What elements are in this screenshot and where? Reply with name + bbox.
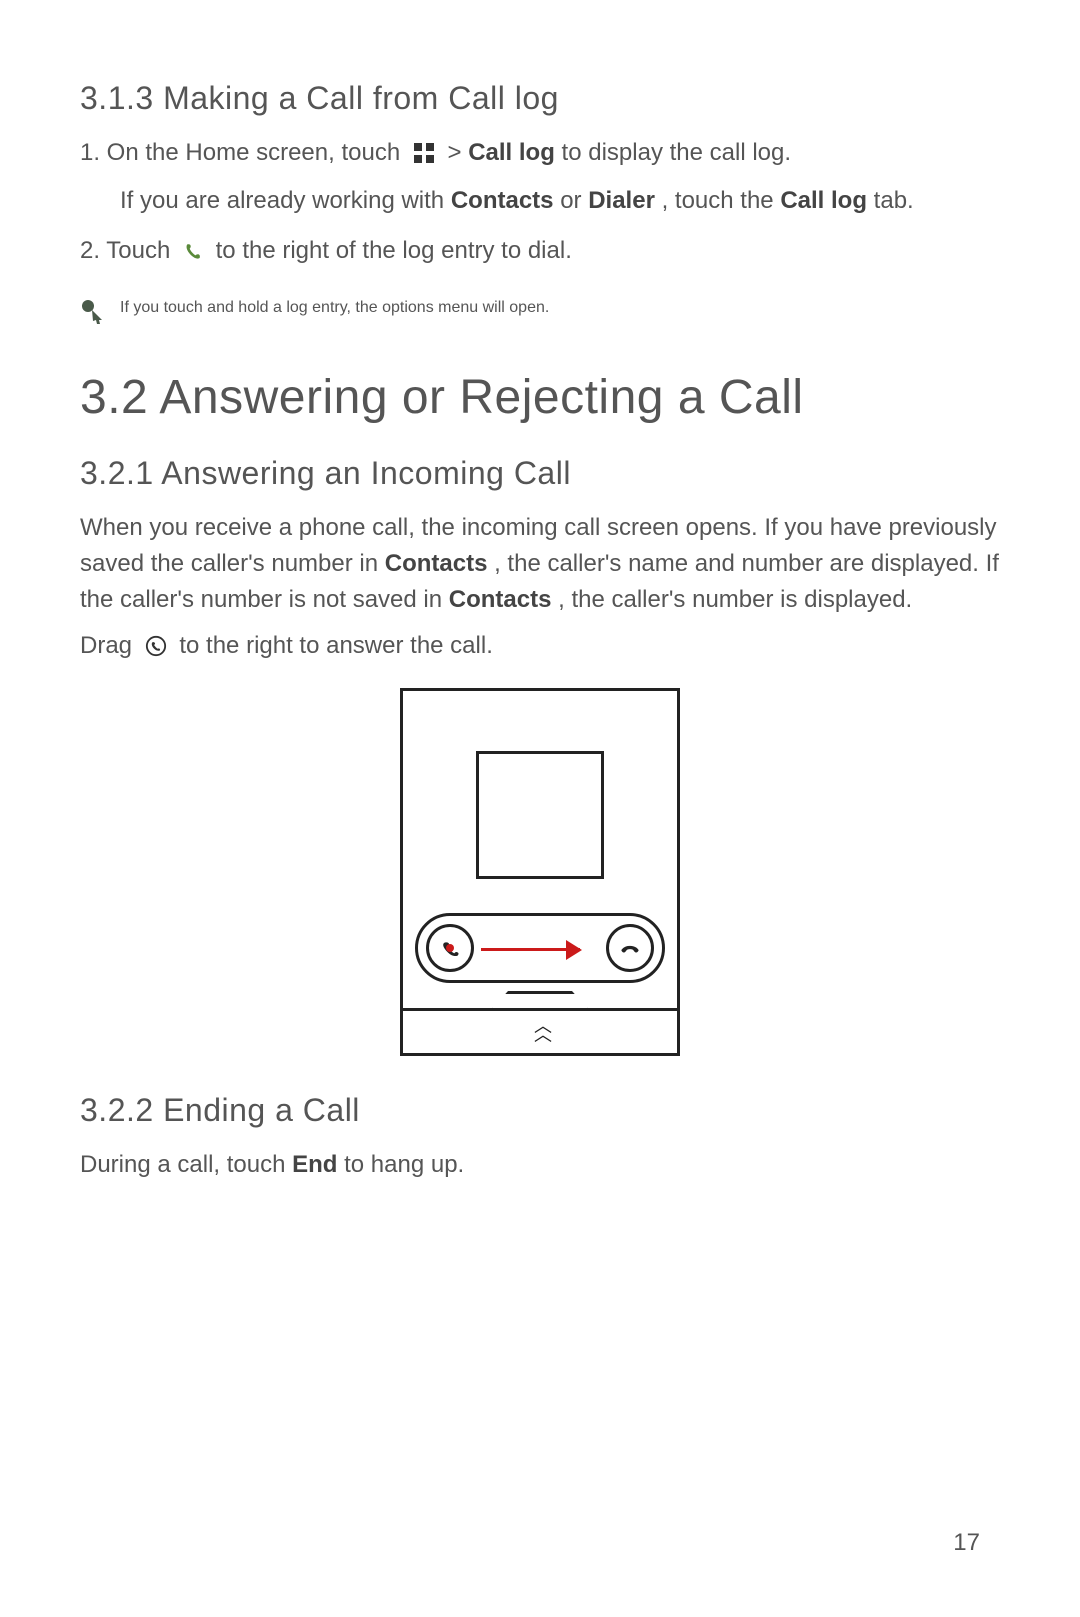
- phone-outline: ︿︿: [400, 688, 680, 1056]
- p322-b: to hang up.: [344, 1151, 464, 1178]
- note-row: If you touch and hold a log entry, the o…: [80, 299, 1000, 330]
- step1-bold: Call log: [468, 139, 555, 166]
- chevron-up-icon: ︿︿: [534, 1022, 546, 1040]
- page-number: 17: [953, 1529, 980, 1557]
- drag-arrow-icon: [481, 948, 580, 951]
- sub1-b: or: [560, 187, 588, 214]
- phone-diagram: ︿︿: [80, 688, 1000, 1056]
- apps-grid-icon: [413, 139, 435, 175]
- sub1-contacts: Contacts: [451, 187, 554, 214]
- note-pointer-icon: [80, 299, 108, 330]
- step1-prefix: 1. On the Home screen, touch: [80, 139, 407, 166]
- para-3-2-1: When you receive a phone call, the incom…: [80, 510, 1000, 618]
- drag-suffix: to the right to answer the call.: [179, 632, 493, 659]
- step2-suffix: to the right of the log entry to dial.: [216, 237, 572, 264]
- step-2: 2. Touch to the right of the log entry t…: [80, 233, 1000, 273]
- heading-3-1-3: 3.1.3 Making a Call from Call log: [80, 80, 1000, 117]
- drag-line: Drag to the right to answer the call.: [80, 628, 1000, 668]
- step1-after-icon: >: [448, 139, 469, 166]
- slider-track: [415, 913, 665, 983]
- p321-c: , the caller's number is displayed.: [558, 586, 912, 613]
- p321-contacts2: Contacts: [449, 586, 552, 613]
- note-text: If you touch and hold a log entry, the o…: [120, 299, 549, 317]
- step-1-sub: If you are already working with Contacts…: [120, 183, 1000, 219]
- sub1-calllog: Call log: [780, 187, 867, 214]
- step-1: 1. On the Home screen, touch > Call log …: [80, 135, 1000, 175]
- p321-contacts1: Contacts: [385, 550, 488, 577]
- drag-prefix: Drag: [80, 632, 139, 659]
- decline-handle-icon: [606, 924, 654, 972]
- heading-3-2-2: 3.2.2 Ending a Call: [80, 1092, 1000, 1129]
- p322-end: End: [292, 1151, 337, 1178]
- sub1-c: , touch the: [662, 187, 781, 214]
- heading-3-2: 3.2 Answering or Rejecting a Call: [80, 370, 1000, 425]
- sub1-dialer: Dialer: [588, 187, 655, 214]
- bottom-tray: ︿︿: [403, 1008, 677, 1053]
- step2-prefix: 2. Touch: [80, 237, 177, 264]
- answer-circle-icon: [145, 632, 167, 668]
- answer-handle-icon: [426, 924, 474, 972]
- para-3-2-2: During a call, touch End to hang up.: [80, 1147, 1000, 1183]
- sub1-a: If you are already working with: [120, 187, 451, 214]
- heading-3-2-1: 3.2.1 Answering an Incoming Call: [80, 455, 1000, 492]
- caller-photo-box: [476, 751, 604, 879]
- p322-a: During a call, touch: [80, 1151, 292, 1178]
- sub1-d: tab.: [874, 187, 914, 214]
- phone-handset-icon: [183, 237, 203, 273]
- step1-after-bold: to display the call log.: [562, 139, 791, 166]
